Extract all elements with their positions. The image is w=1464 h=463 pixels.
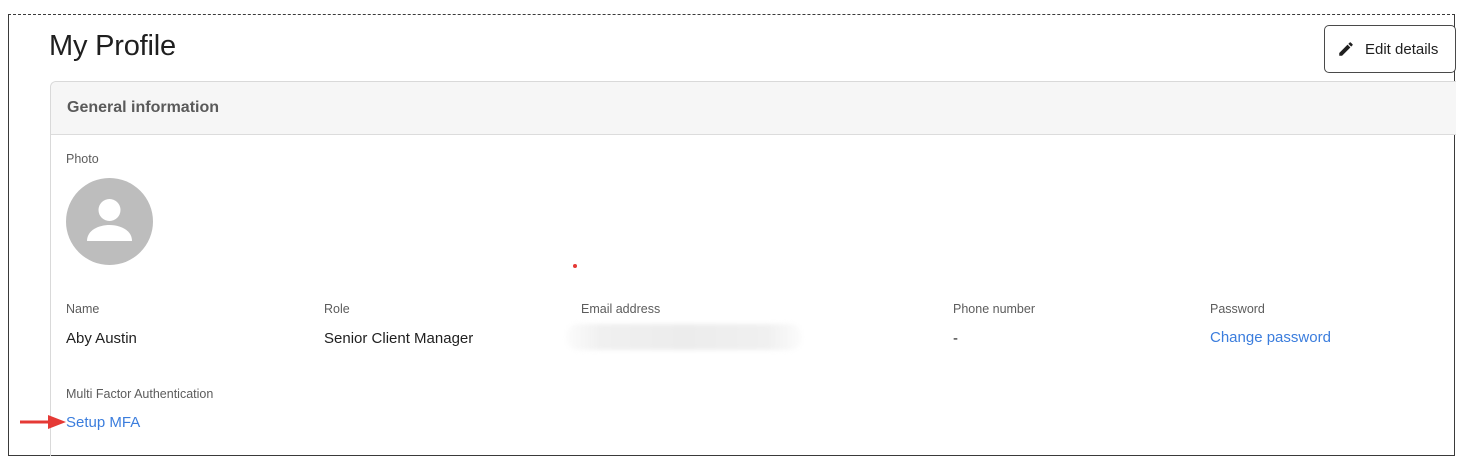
user-placeholder-icon (87, 199, 132, 241)
setup-mfa-link[interactable]: Setup MFA (66, 414, 140, 431)
role-value: Senior Client Manager (324, 330, 474, 347)
phone-label: Phone number (953, 302, 1036, 316)
email-value-redacted (566, 324, 802, 350)
change-password-link[interactable]: Change password (1210, 329, 1331, 346)
role-label: Role (324, 302, 350, 316)
photo-label: Photo (66, 152, 99, 166)
edit-details-label: Edit details (1365, 40, 1439, 58)
edit-details-button[interactable]: Edit details (1324, 25, 1456, 73)
mfa-label: Multi Factor Authentication (66, 387, 214, 401)
pencil-icon (1339, 42, 1353, 56)
card-header: General information (51, 82, 1456, 135)
name-label: Name (66, 302, 100, 316)
password-label: Password (1210, 302, 1265, 316)
email-label: Email address (581, 302, 661, 316)
phone-value: - (953, 330, 958, 347)
page-title: My Profile (49, 30, 176, 62)
name-value: Aby Austin (66, 330, 137, 347)
general-information-card: General information (50, 81, 1456, 456)
red-arrow-icon (20, 415, 66, 429)
annotation-dot (573, 264, 577, 268)
avatar[interactable] (66, 178, 153, 265)
